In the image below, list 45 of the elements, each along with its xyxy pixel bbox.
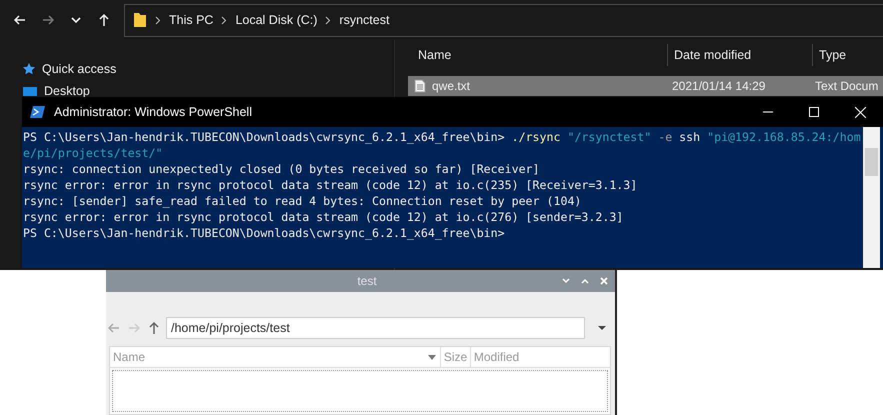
path-field[interactable]: /home/pi/projects/test [166,317,585,339]
folder-icon [133,12,147,28]
console-output-line: rsync error: error in rsync protocol data stream (code 12) at io.c(276) [sender=3.2.3] [23,209,624,225]
chevron-right-icon [155,16,161,24]
string-argument: e/pi/projects/test/" [23,146,163,160]
sort-caret-icon [428,354,436,360]
console-output-line: rsync: connection unexpectedly closed (0 bytes received so far) [Receiver] [23,161,541,177]
file-name: qwe.txt [432,79,470,93]
text-file-icon [414,79,426,93]
string-argument: "/rsynctest" [567,130,652,144]
desktop-icon [22,86,38,96]
window-title: Administrator: Windows PowerShell [54,105,253,119]
breadcrumb[interactable]: This PC [169,13,214,27]
powershell-icon [30,105,46,119]
console-output-line: rsync: [sender] safe_read failed to read 4 bytes: Connection reset by peer (104) [23,193,582,209]
chevron-right-icon [221,16,228,24]
close-icon [854,106,866,118]
sidebar-item[interactable]: Desktop [0,84,394,98]
column-header[interactable]: Type [813,44,883,66]
address-bar[interactable]: This PC Local Disk (C:) rsynctest [124,4,883,36]
maximize-icon [809,107,819,117]
column-header[interactable]: Name [408,44,668,66]
chevron-down-icon [562,278,570,284]
sidebar-item[interactable]: Quick access [0,62,394,76]
argument-text: ssh [679,130,700,144]
chevron-right-icon [325,16,332,24]
file-date: 2021/01/14 14:29 [672,79,766,93]
string-argument: "pi@192.168.85.24:/hom [707,130,861,144]
close-icon [600,277,608,285]
scrollbar-thumb[interactable] [865,148,878,176]
breadcrumb[interactable]: Local Disk (C:) [235,13,318,27]
breadcrumb[interactable]: rsynctest [339,13,390,27]
file-row[interactable]: qwe.txt 2021/01/14 14:29 Text Docum [408,76,883,96]
prompt-text: PS C:\Users\Jan-hendrik.TUBECON\Downloads\cwrsync_6.2.1_x64_free\bin> [23,130,505,144]
parameter-text: -e [658,130,672,144]
star-icon [22,62,36,76]
column-header[interactable]: Date modified [668,44,813,66]
file-type: Text Docum [815,79,878,93]
chevron-up-icon [581,278,589,284]
scrollbar[interactable] [863,127,880,268]
console-output-line: rsync error: error in rsync protocol data stream (code 12) at io.c(235) [Receiver=3.1.3] [23,177,638,193]
prompt-text: PS C:\Users\Jan-hendrik.TUBECON\Downloads\cwrsync_6.2.1_x64_free\bin> [23,225,506,241]
window-title: test [356,274,378,288]
command-text: ./rsync [512,130,560,144]
chevron-down-icon [71,16,81,24]
